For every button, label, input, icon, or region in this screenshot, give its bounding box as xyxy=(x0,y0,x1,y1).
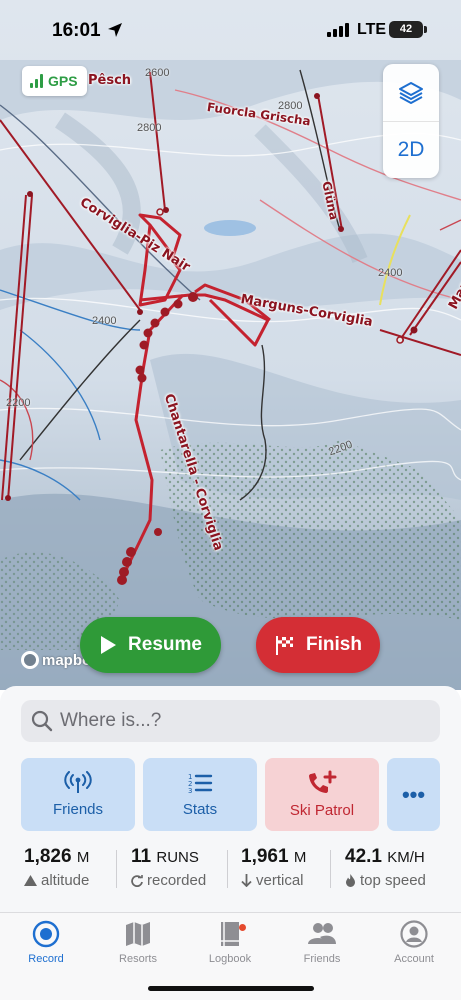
tab-resorts[interactable]: Resorts xyxy=(92,919,184,965)
tab-friends[interactable]: Friends xyxy=(276,919,368,965)
friends-action-button[interactable]: Friends xyxy=(21,758,135,831)
map-controls: 2D xyxy=(383,64,439,178)
flame-icon xyxy=(346,874,355,887)
checkered-flag-icon xyxy=(276,636,294,655)
stat-altitude: 1,826 M altitude xyxy=(24,846,90,889)
mapbox-icon xyxy=(21,651,39,669)
svg-text:3: 3 xyxy=(188,787,192,795)
network-type: LTE xyxy=(357,21,387,38)
more-action-button[interactable]: ••• xyxy=(387,758,440,831)
play-icon xyxy=(101,636,117,654)
stats-row: 1,826 M altitude 11 RUNS recorded 1,961 … xyxy=(0,846,461,896)
contour-label: 2400 xyxy=(92,315,117,327)
status-bar: 16:01 LTE 42 xyxy=(0,0,461,60)
stat-divider xyxy=(116,850,117,888)
location-arrow-icon xyxy=(108,23,122,37)
tab-logbook[interactable]: Logbook xyxy=(184,919,276,965)
layers-icon xyxy=(399,81,423,104)
cellular-signal-icon xyxy=(327,23,349,37)
status-time: 16:01 xyxy=(52,20,101,41)
numbered-list-icon: 1 2 3 xyxy=(188,773,213,795)
contour-label: 2200 xyxy=(6,397,31,409)
people-icon xyxy=(308,923,336,944)
home-indicator xyxy=(148,986,314,991)
resume-button[interactable]: Resume xyxy=(80,617,221,673)
bottom-sheet: Where is...? Friends 1 2 3 Stats Ski Pat… xyxy=(0,686,461,912)
search-icon xyxy=(31,710,53,732)
ski-patrol-action-button[interactable]: Ski Patrol xyxy=(265,758,379,831)
repeat-icon xyxy=(131,874,143,887)
gps-label: GPS xyxy=(48,73,78,89)
gps-badge: GPS xyxy=(22,66,87,96)
stat-top-speed: 42.1 KM/H top speed xyxy=(345,846,426,889)
map-label-pesch: Pêsch xyxy=(88,73,132,88)
stat-vertical: 1,961 M vertical xyxy=(241,846,307,889)
arrow-down-icon xyxy=(241,874,252,887)
view-mode-toggle[interactable]: 2D xyxy=(383,121,439,178)
layers-button[interactable] xyxy=(383,64,439,121)
contour-label: 2600 xyxy=(145,67,170,79)
contour-label: 2400 xyxy=(378,267,403,279)
tab-account[interactable]: Account xyxy=(368,919,460,965)
map-icon xyxy=(126,922,150,946)
account-icon xyxy=(400,920,428,948)
stats-action-button[interactable]: 1 2 3 Stats xyxy=(143,758,257,831)
gps-signal-icon xyxy=(30,74,43,88)
more-icon: ••• xyxy=(401,781,426,807)
finish-button[interactable]: Finish xyxy=(256,617,380,673)
mountain-icon xyxy=(24,875,37,886)
notification-dot xyxy=(239,924,246,931)
tab-record[interactable]: Record xyxy=(0,919,92,965)
battery-indicator: 42 xyxy=(389,21,427,38)
stat-divider xyxy=(330,850,331,888)
search-placeholder: Where is...? xyxy=(60,710,162,731)
record-icon xyxy=(32,920,60,948)
stat-divider xyxy=(227,850,228,888)
search-bar[interactable]: Where is...? xyxy=(21,700,440,742)
phone-plus-icon xyxy=(309,770,337,793)
contour-label: 2800 xyxy=(137,122,162,134)
contour-label: 2800 xyxy=(278,100,303,112)
antenna-icon xyxy=(64,771,92,793)
stat-runs: 11 RUNS recorded xyxy=(131,846,207,889)
